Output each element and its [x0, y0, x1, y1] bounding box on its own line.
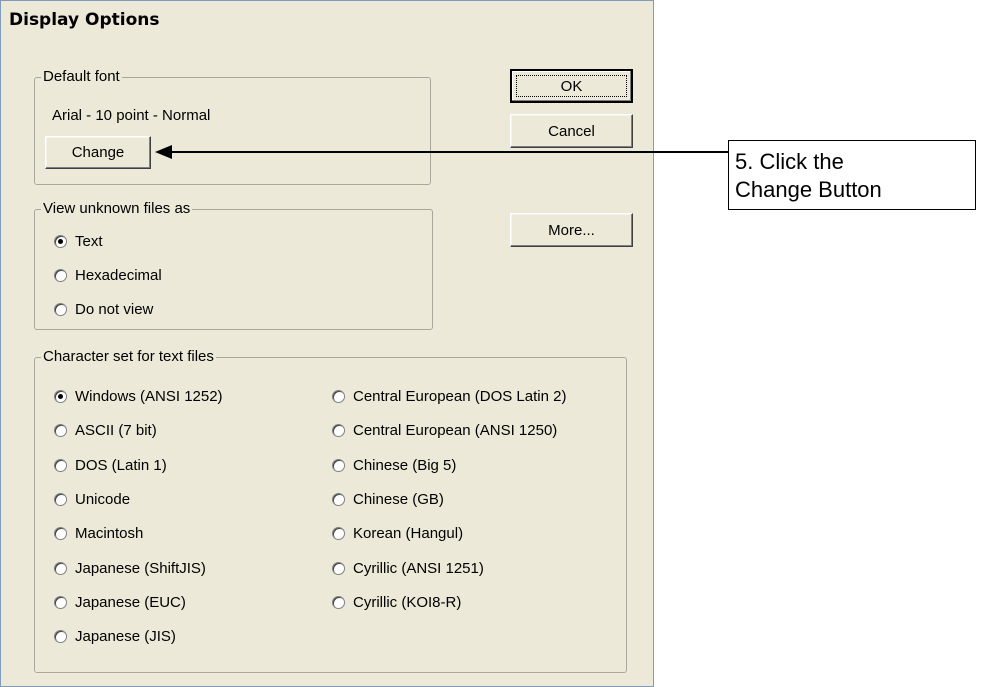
callout-arrow — [155, 145, 728, 159]
arrow-head — [155, 145, 172, 159]
